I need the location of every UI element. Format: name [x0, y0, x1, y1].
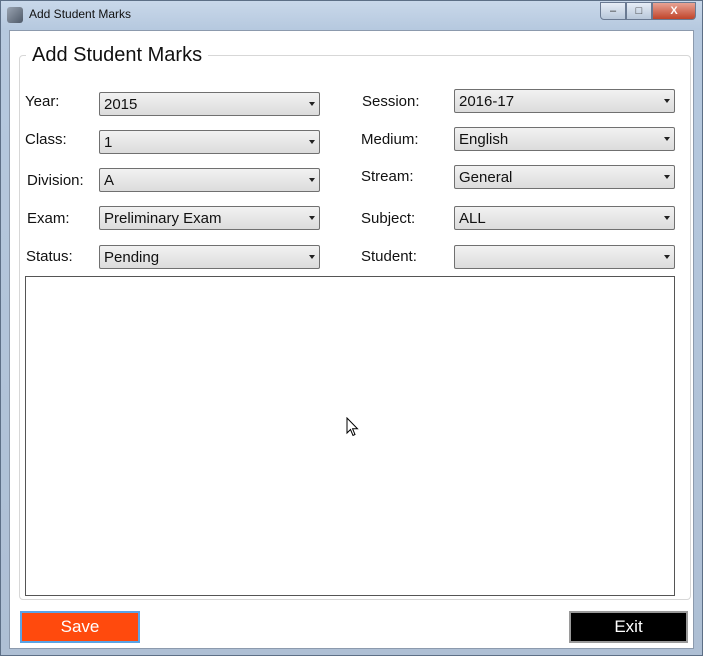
maximize-button[interactable]: □ — [626, 2, 652, 20]
status-value: Pending — [104, 249, 160, 266]
save-button[interactable]: Save — [20, 611, 140, 643]
chevron-down-icon — [309, 216, 315, 220]
student-label: Student: — [361, 248, 417, 265]
exit-button[interactable]: Exit — [569, 611, 688, 643]
session-dropdown[interactable]: 2016-17 — [454, 89, 675, 113]
division-label: Division: — [27, 172, 84, 189]
status-label: Status: — [26, 248, 73, 265]
stream-value: General — [459, 169, 513, 186]
status-dropdown[interactable]: Pending — [99, 245, 320, 269]
chevron-down-icon — [664, 137, 670, 141]
form-area: Add Student Marks Year: 2015 Class: 1 Di… — [9, 30, 694, 649]
exam-label: Exam: — [27, 210, 70, 227]
class-value: 1 — [104, 134, 113, 151]
chevron-down-icon — [664, 99, 670, 103]
year-label: Year: — [25, 93, 60, 110]
exam-dropdown[interactable]: Preliminary Exam — [99, 206, 320, 230]
chevron-down-icon — [664, 255, 670, 259]
class-dropdown[interactable]: 1 — [99, 130, 320, 154]
chevron-down-icon — [309, 178, 315, 182]
medium-label: Medium: — [361, 131, 419, 148]
chevron-down-icon — [309, 140, 315, 144]
medium-dropdown[interactable]: English — [454, 127, 675, 151]
app-window: Add Student Marks – □ X Add Student Mark… — [0, 0, 703, 656]
subject-dropdown[interactable]: ALL — [454, 206, 675, 230]
marks-grid[interactable] — [25, 276, 675, 596]
app-icon — [7, 7, 23, 23]
groupbox-title: Add Student Marks — [26, 44, 209, 67]
window-title: Add Student Marks — [29, 7, 132, 21]
subject-value: ALL — [459, 210, 486, 227]
chevron-down-icon — [309, 255, 315, 259]
division-value: A — [104, 172, 115, 189]
chevron-down-icon — [664, 175, 670, 179]
subject-label: Subject: — [361, 210, 416, 227]
year-dropdown[interactable]: 2015 — [99, 92, 320, 116]
session-value: 2016-17 — [459, 93, 515, 110]
close-button[interactable]: X — [652, 2, 696, 20]
medium-value: English — [459, 131, 509, 148]
year-value: 2015 — [104, 96, 138, 113]
chevron-down-icon — [664, 216, 670, 220]
minimize-button[interactable]: – — [600, 2, 626, 20]
class-label: Class: — [25, 131, 67, 148]
title-bar[interactable]: Add Student Marks – □ X — [1, 1, 702, 28]
exam-value: Preliminary Exam — [104, 210, 222, 227]
mouse-pointer-icon — [346, 417, 359, 437]
chevron-down-icon — [309, 102, 315, 106]
division-dropdown[interactable]: A — [99, 168, 320, 192]
stream-dropdown[interactable]: General — [454, 165, 675, 189]
stream-label: Stream: — [361, 168, 414, 185]
student-dropdown[interactable] — [454, 245, 675, 269]
session-label: Session: — [362, 93, 420, 110]
